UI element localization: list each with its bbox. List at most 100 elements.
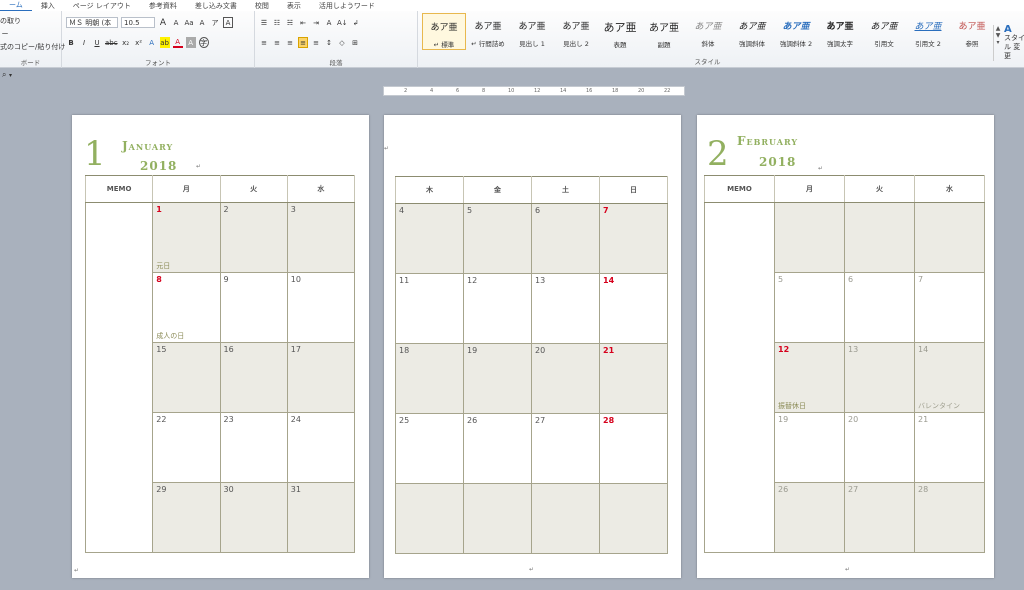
font-name-select[interactable]: ＭＳ 明朝 (本 bbox=[66, 17, 118, 28]
style-quote[interactable]: あア亜 引用文 bbox=[862, 13, 906, 50]
align-right-icon[interactable]: ≡ bbox=[285, 37, 295, 48]
day-cell[interactable]: 15 bbox=[152, 342, 221, 413]
grow-font-button[interactable]: A bbox=[158, 17, 168, 28]
day-cell[interactable]: 13 bbox=[844, 342, 915, 413]
tab-view[interactable]: 表示 bbox=[278, 1, 310, 11]
day-cell[interactable]: 7 bbox=[599, 203, 668, 274]
font-size-select[interactable]: 10.5 bbox=[121, 17, 155, 28]
day-cell[interactable]: 2 bbox=[219, 202, 288, 273]
day-cell[interactable] bbox=[844, 202, 915, 273]
day-cell[interactable]: 11 bbox=[395, 273, 464, 344]
text-effects-icon[interactable]: A bbox=[147, 37, 157, 48]
font-color-icon[interactable]: A bbox=[172, 37, 183, 48]
search-icon[interactable]: ⌕ bbox=[2, 70, 6, 79]
subscript-button[interactable]: x₂ bbox=[121, 37, 131, 48]
day-cell[interactable] bbox=[395, 483, 464, 554]
underline-button[interactable]: U bbox=[92, 37, 102, 48]
day-cell[interactable]: 14 bbox=[599, 273, 668, 344]
enclose-characters-icon[interactable]: 字 bbox=[198, 37, 209, 48]
tab-word-tips[interactable]: 活用しようワード bbox=[310, 1, 384, 11]
tab-review[interactable]: 校閲 bbox=[246, 1, 278, 11]
day-cell[interactable]: 22 bbox=[152, 412, 221, 483]
decrease-indent-icon[interactable]: ⇤ bbox=[298, 17, 308, 28]
numbering-icon[interactable]: ☷ bbox=[272, 17, 282, 28]
day-cell[interactable] bbox=[774, 202, 845, 273]
line-spacing-icon[interactable]: ↕ bbox=[324, 37, 334, 48]
asian-layout-icon[interactable]: A bbox=[324, 17, 334, 28]
day-cell[interactable]: 12 振替休日 bbox=[774, 342, 845, 413]
day-cell[interactable]: 13 bbox=[531, 273, 600, 344]
style-intense-quote[interactable]: あア亜 引用文 2 bbox=[906, 13, 950, 50]
format-painter-button[interactable]: 式のコピー/貼り付け bbox=[0, 41, 65, 52]
day-cell[interactable]: 8 成人の日 bbox=[152, 272, 221, 343]
align-left-icon[interactable]: ≡ bbox=[259, 37, 269, 48]
day-cell[interactable]: 1 元日 bbox=[152, 202, 221, 273]
style-intense-emphasis[interactable]: あア亜 強調斜体 2 bbox=[774, 13, 818, 50]
increase-indent-icon[interactable]: ⇥ bbox=[311, 17, 321, 28]
day-cell[interactable]: 5 bbox=[463, 203, 532, 274]
day-cell[interactable]: 12 bbox=[463, 273, 532, 344]
day-cell[interactable] bbox=[599, 483, 668, 554]
day-cell[interactable]: 30 bbox=[219, 482, 288, 553]
character-border-icon[interactable]: A bbox=[223, 17, 233, 28]
show-marks-icon[interactable]: ↲ bbox=[351, 17, 361, 28]
style-title[interactable]: あア亜 表題 bbox=[598, 13, 642, 50]
bold-button[interactable]: B bbox=[66, 37, 76, 48]
day-cell[interactable]: 19 bbox=[463, 343, 532, 414]
style-reference[interactable]: あア亜 参照 bbox=[950, 13, 994, 50]
clear-format-icon[interactable]: A bbox=[197, 17, 207, 28]
day-cell[interactable]: 5 bbox=[774, 272, 845, 343]
more-icon[interactable]: ▾ bbox=[994, 39, 1002, 46]
day-cell[interactable]: 27 bbox=[531, 413, 600, 484]
day-cell[interactable]: 3 bbox=[286, 202, 356, 273]
shrink-font-button[interactable]: A bbox=[171, 17, 181, 28]
day-cell[interactable]: 7 bbox=[914, 272, 985, 343]
superscript-button[interactable]: x² bbox=[134, 37, 144, 48]
highlight-icon[interactable]: ab bbox=[159, 37, 170, 48]
day-cell[interactable]: 19 bbox=[774, 412, 845, 483]
style-no-spacing[interactable]: あア亜 ↵ 行間詰め bbox=[466, 13, 510, 50]
chevron-down-icon[interactable]: ▾ bbox=[9, 72, 12, 79]
day-cell[interactable]: 9 bbox=[219, 272, 288, 343]
day-cell[interactable] bbox=[463, 483, 532, 554]
day-cell[interactable]: 25 bbox=[395, 413, 464, 484]
justify-icon[interactable]: ≡ bbox=[298, 37, 308, 48]
style-heading-2[interactable]: あア亜 見出し 2 bbox=[554, 13, 598, 50]
day-cell[interactable] bbox=[914, 202, 985, 273]
day-cell[interactable]: 28 bbox=[599, 413, 668, 484]
borders-icon[interactable]: ⊞ bbox=[350, 37, 360, 48]
day-cell[interactable]: 23 bbox=[219, 412, 288, 483]
day-cell[interactable]: 29 bbox=[152, 482, 221, 553]
day-cell[interactable]: 16 bbox=[219, 342, 288, 413]
style-heading-1[interactable]: あア亜 見出し 1 bbox=[510, 13, 554, 50]
align-center-icon[interactable]: ≡ bbox=[272, 37, 282, 48]
day-cell[interactable]: 21 bbox=[599, 343, 668, 414]
distributed-icon[interactable]: ≡ bbox=[311, 37, 321, 48]
day-cell[interactable]: 17 bbox=[286, 342, 356, 413]
shading-icon[interactable]: ◇ bbox=[337, 37, 347, 48]
tab-references[interactable]: 参考資料 bbox=[140, 1, 186, 11]
day-cell[interactable] bbox=[531, 483, 600, 554]
day-cell[interactable]: 31 bbox=[286, 482, 356, 553]
multilevel-list-icon[interactable]: ☵ bbox=[285, 17, 295, 28]
style-normal[interactable]: あア亜 ↵ 標準 bbox=[422, 13, 466, 50]
bullets-icon[interactable]: ☰ bbox=[259, 17, 269, 28]
sort-icon[interactable]: A↓ bbox=[337, 17, 348, 28]
italic-button[interactable]: I bbox=[79, 37, 89, 48]
strikethrough-button[interactable]: abc bbox=[105, 37, 118, 48]
character-shading-icon[interactable]: A bbox=[185, 37, 196, 48]
style-emphasis[interactable]: あア亜 強調斜体 bbox=[730, 13, 774, 50]
day-cell[interactable]: 4 bbox=[395, 203, 464, 274]
tab-mailings[interactable]: 差し込み文書 bbox=[186, 1, 246, 11]
memo-cell[interactable] bbox=[704, 202, 775, 553]
chevron-down-icon[interactable]: ▼ bbox=[994, 32, 1002, 39]
change-styles-button[interactable]: A スタイル 変更 bbox=[1004, 25, 1024, 61]
change-case-button[interactable]: Aa bbox=[184, 17, 194, 28]
tab-home[interactable]: ーム bbox=[0, 0, 32, 12]
day-cell[interactable]: 14 バレンタイン bbox=[914, 342, 985, 413]
day-cell[interactable]: 24 bbox=[286, 412, 356, 483]
cut-button[interactable]: の取り bbox=[0, 15, 21, 26]
day-cell[interactable]: 6 bbox=[531, 203, 600, 274]
memo-cell[interactable] bbox=[84, 202, 154, 553]
chevron-up-icon[interactable]: ▲ bbox=[994, 25, 1002, 32]
